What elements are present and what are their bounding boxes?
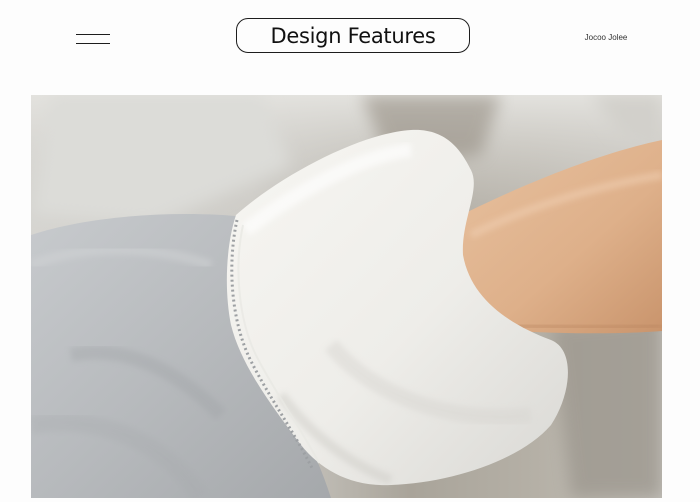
brand-name: Jocoo Jolee — [584, 33, 628, 42]
product-photo — [31, 95, 662, 498]
page-header: Design Features Jocoo Jolee — [0, 0, 700, 78]
menu-line-top — [76, 34, 110, 36]
menu-line-bottom — [76, 43, 110, 45]
section-title-pill: Design Features — [236, 18, 470, 53]
section-title: Design Features — [270, 23, 436, 48]
hamburger-menu-icon[interactable] — [76, 34, 110, 45]
sleeve-cuff-illustration — [31, 95, 662, 498]
